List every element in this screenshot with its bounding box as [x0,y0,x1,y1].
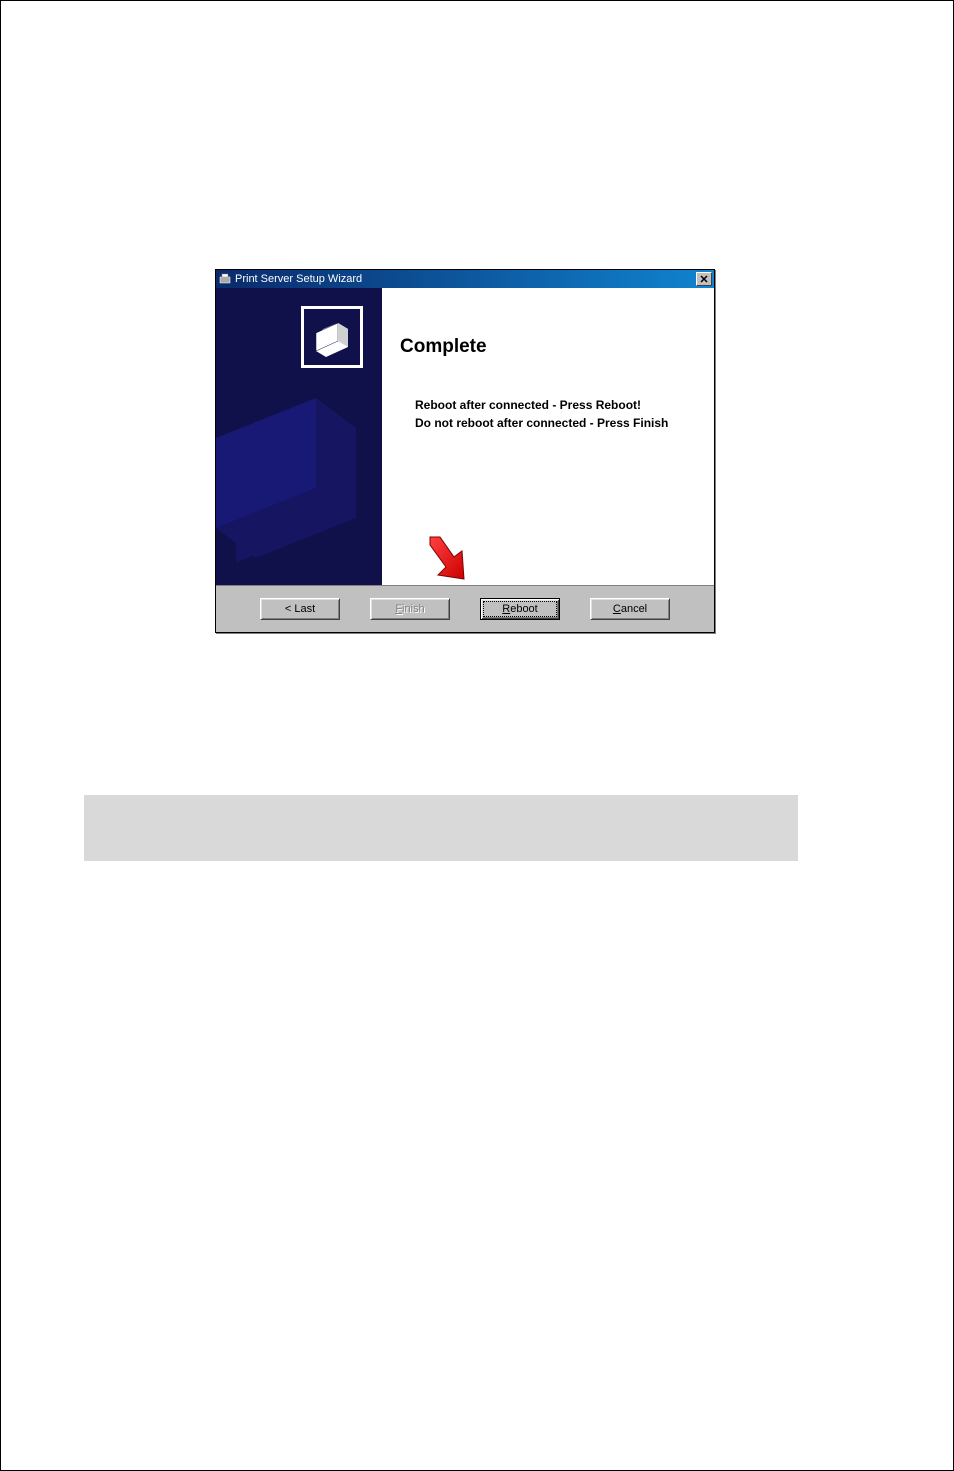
message-line-1: Reboot after connected - Press Reboot! [415,396,696,414]
content-panel: Complete Reboot after connected - Press … [382,288,714,585]
cancel-button[interactable]: Cancel [590,598,670,620]
title-bar-left: Print Server Setup Wizard [218,272,362,286]
red-arrow-annotation [422,535,472,585]
last-button[interactable]: < Last [260,598,340,620]
wizard-dialog: Print Server Setup Wizard [215,269,715,633]
app-icon [218,272,232,286]
message-line-2: Do not reboot after connected - Press Fi… [415,414,696,432]
finish-button: Finish [370,598,450,620]
reboot-button[interactable]: Reboot [480,598,560,620]
button-bar: < Last Finish Reboot Cancel [216,585,714,632]
title-bar: Print Server Setup Wizard [216,270,714,288]
window-title: Print Server Setup Wizard [235,273,362,285]
printer-background-graphic [216,378,376,578]
printer-icon [310,315,354,359]
printer-icon-box [301,306,363,368]
wizard-heading: Complete [400,336,696,358]
dialog-body: Complete Reboot after connected - Press … [216,288,714,585]
close-button[interactable] [696,272,712,286]
gray-rectangle [84,795,798,861]
sidebar-panel [216,288,382,585]
wizard-message: Reboot after connected - Press Reboot! D… [415,396,696,432]
